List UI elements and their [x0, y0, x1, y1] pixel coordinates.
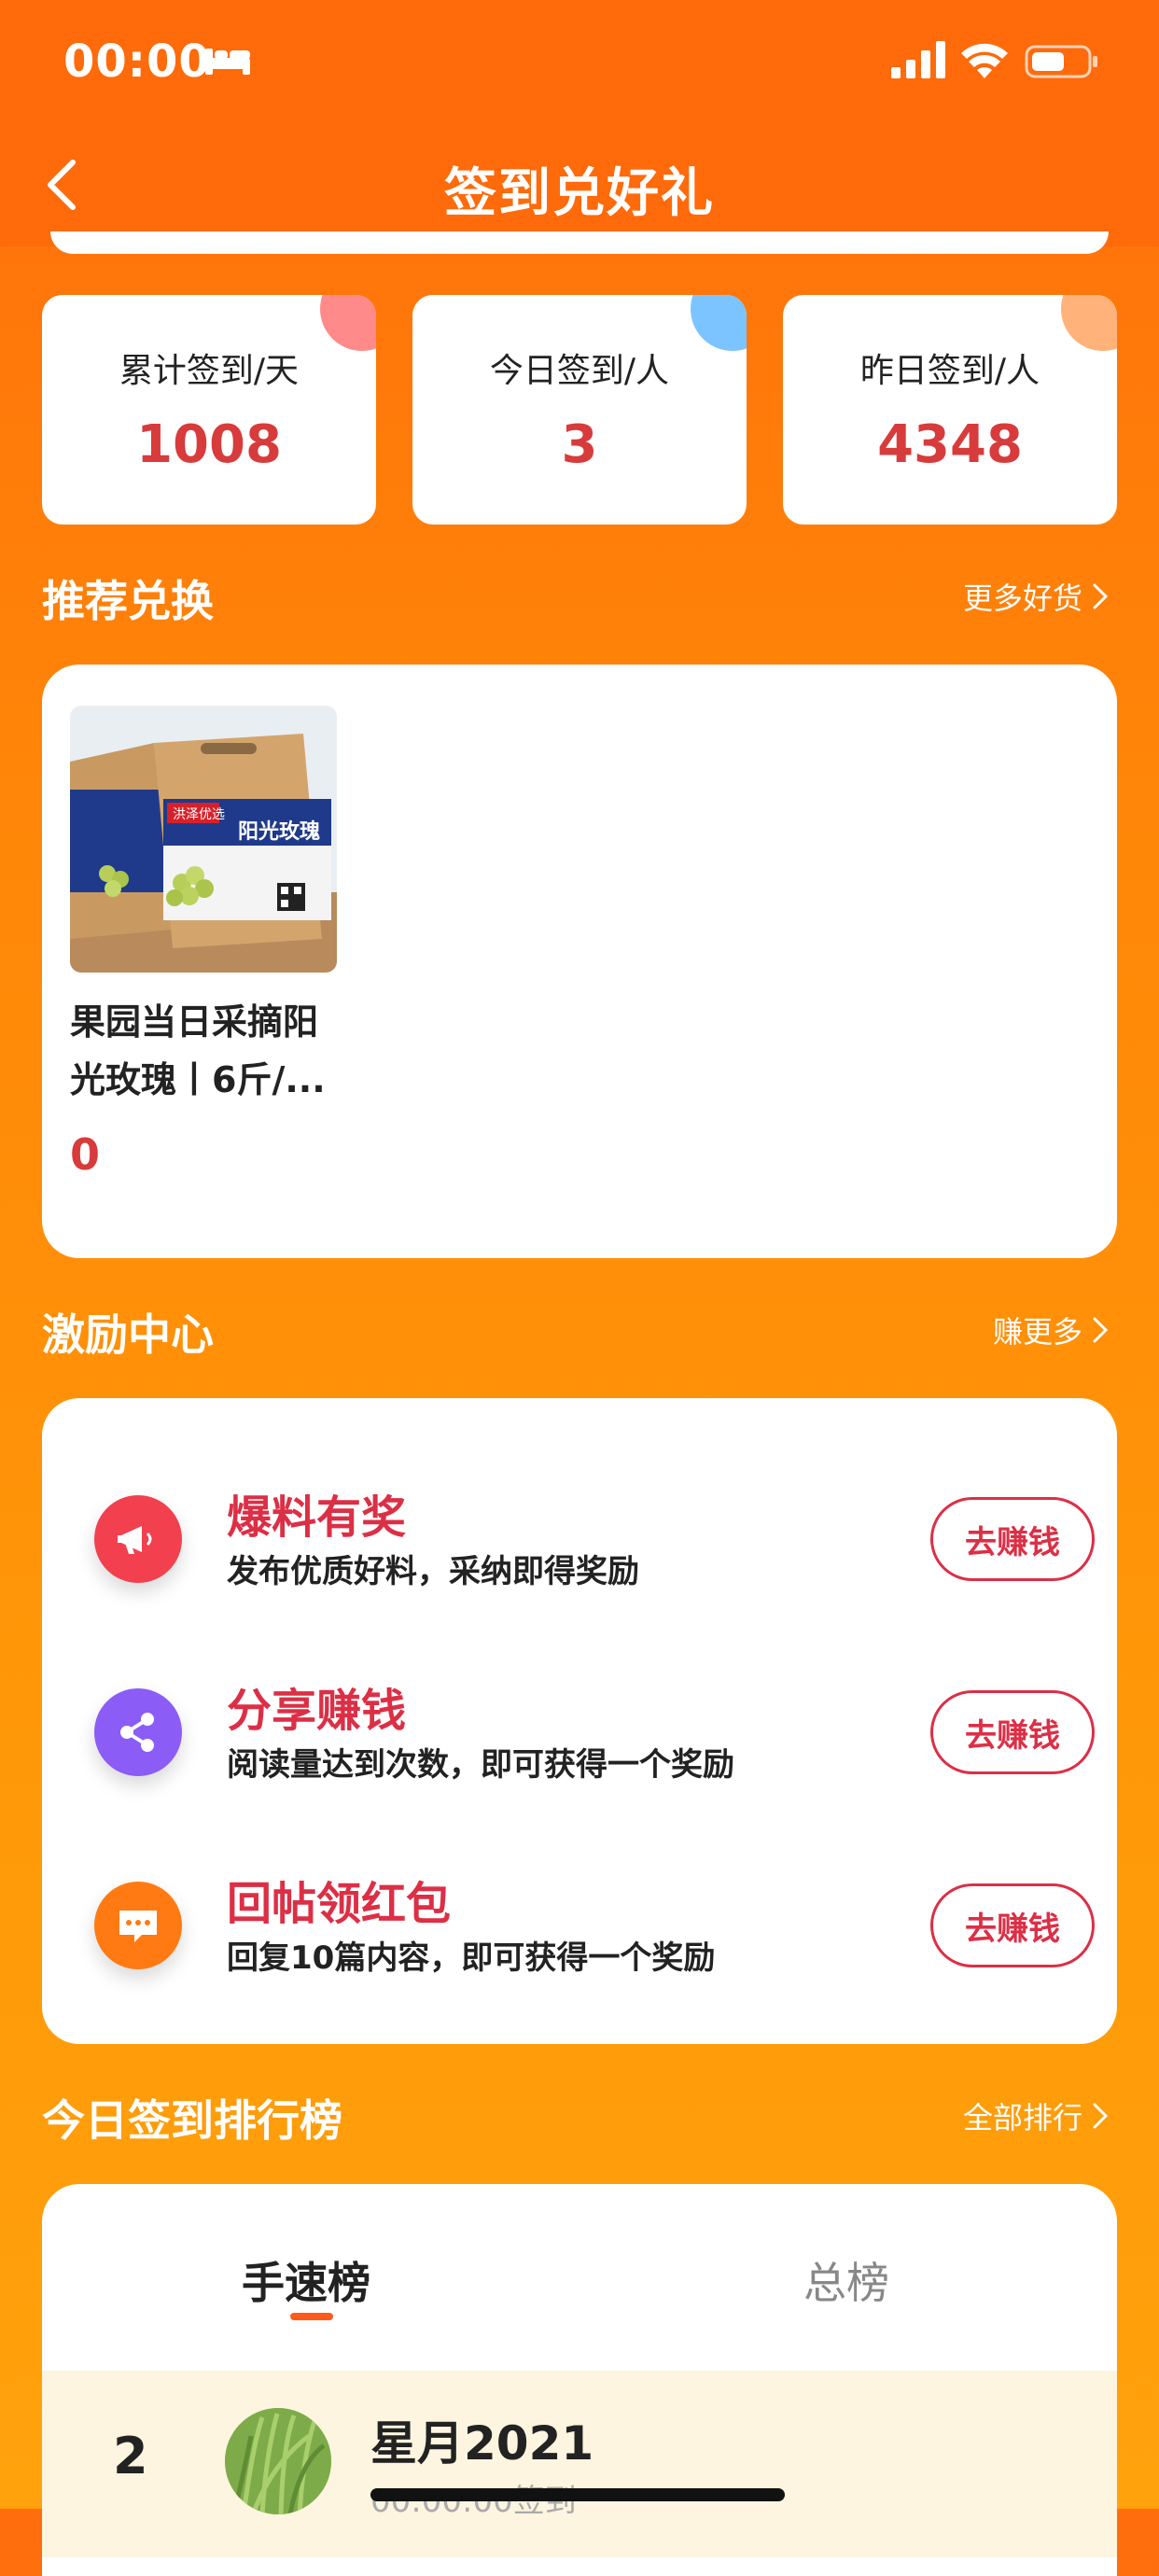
stat-today-users: 今日签到/人 3 — [412, 295, 747, 525]
go-earn-button[interactable]: 去赚钱 — [930, 1497, 1095, 1581]
sleep-mode-icon — [205, 49, 250, 75]
recommend-section-title: 推荐兑换 — [42, 576, 214, 626]
stat-total-days: 累计签到/天 1008 — [42, 295, 376, 525]
go-earn-button[interactable]: 去赚钱 — [930, 1690, 1095, 1774]
navigation-bar: 签到兑好礼 — [0, 131, 1159, 233]
earn-more-label: 赚更多 — [992, 1314, 1082, 1350]
wifi-icon — [961, 43, 1008, 78]
product-name[interactable]: 果园当日采摘阳光玫瑰丨6斤/... — [70, 993, 341, 1109]
stat-label: 昨日签到/人 — [859, 352, 1040, 390]
incentive-card: 爆料有奖 发布优质好料，采纳即得奖励 去赚钱 分享赚钱 阅读量达到次数，即可获得… — [42, 1398, 1117, 2044]
tab-total-ranking[interactable]: 总榜 — [803, 2249, 889, 2311]
more-goods-link[interactable]: 更多好货 — [963, 575, 1110, 618]
megaphone-icon — [94, 1495, 182, 1583]
battery-icon — [1025, 45, 1097, 78]
stat-value: 3 — [561, 414, 598, 475]
stat-yesterday-users: 昨日签到/人 4348 — [783, 295, 1117, 525]
all-ranking-label: 全部排行 — [962, 2100, 1082, 2135]
decorative-dot — [1061, 295, 1117, 351]
table-row[interactable]: 2 星月2021 00:00:00签到 — [42, 2371, 1117, 2557]
task-item-share: 分享赚钱 阅读量达到次数，即可获得一个奖励 去赚钱 — [42, 1657, 1117, 1806]
chevron-right-icon — [1093, 2103, 1109, 2129]
task-title: 分享赚钱 — [227, 1685, 407, 1737]
all-ranking-link[interactable]: 全部排行 — [963, 2094, 1110, 2137]
task-description: 发布优质好料，采纳即得奖励 — [227, 1553, 639, 1590]
collapsed-card-edge — [50, 231, 1109, 254]
task-description: 回复10篇内容，即可获得一个奖励 — [227, 1939, 716, 1977]
share-icon — [94, 1688, 182, 1776]
task-item-scoop: 爆料有奖 发布优质好料，采纳即得奖励 去赚钱 — [42, 1463, 1117, 1613]
svg-text:洪泽优选: 洪泽优选 — [173, 807, 225, 822]
task-description: 阅读量达到次数，即可获得一个奖励 — [227, 1746, 734, 1784]
recommend-card: 洪泽优选 阳光玫瑰 果园当日采摘阳光玫瑰丨6斤/... 0 — [42, 665, 1117, 1258]
task-item-reply: 回帖领红包 回复10篇内容，即可获得一个奖励 去赚钱 — [42, 1850, 1117, 1999]
product-price: 0 — [70, 1129, 101, 1180]
stat-label: 累计签到/天 — [119, 352, 300, 390]
decorative-dot — [691, 295, 747, 351]
incentive-section-title: 激励中心 — [42, 1309, 214, 1360]
task-title: 回帖领红包 — [227, 1878, 452, 1930]
svg-text:阳光玫瑰: 阳光玫瑰 — [238, 819, 320, 844]
product-image[interactable]: 洪泽优选 阳光玫瑰 — [70, 706, 337, 973]
redaction-bar — [370, 2488, 785, 2501]
active-tab-indicator — [290, 2313, 333, 2320]
task-title: 爆料有奖 — [227, 1491, 407, 1544]
chevron-right-icon — [1093, 1317, 1109, 1343]
stat-value: 4348 — [877, 414, 1023, 475]
ranking-section-title: 今日签到排行榜 — [42, 2095, 342, 2146]
user-name: 星月2021 — [370, 2416, 594, 2471]
chevron-right-icon — [1093, 583, 1109, 609]
stat-label: 今日签到/人 — [489, 352, 670, 390]
header: 00:00 签到兑好礼 — [0, 0, 1159, 246]
page-title: 签到兑好礼 — [444, 163, 715, 224]
cellular-signal-icon — [891, 41, 945, 78]
status-bar: 00:00 — [0, 0, 1159, 121]
decorative-dot — [320, 295, 376, 351]
grape-box-image: 洪泽优选 阳光玫瑰 — [70, 706, 337, 973]
chat-icon — [94, 1882, 182, 1969]
more-goods-label: 更多好货 — [962, 581, 1082, 616]
tab-speed-ranking[interactable]: 手速榜 — [242, 2249, 370, 2311]
stat-value: 1008 — [136, 414, 282, 475]
rank-number: 2 — [113, 2427, 148, 2485]
avatar — [225, 2408, 331, 2514]
status-time: 00:00 — [63, 35, 211, 88]
ranking-card: 手速榜 总榜 2 星月2021 00:00:00签到 — [42, 2184, 1117, 2576]
earn-more-link[interactable]: 赚更多 — [993, 1309, 1110, 1351]
go-earn-button[interactable]: 去赚钱 — [930, 1883, 1095, 1967]
